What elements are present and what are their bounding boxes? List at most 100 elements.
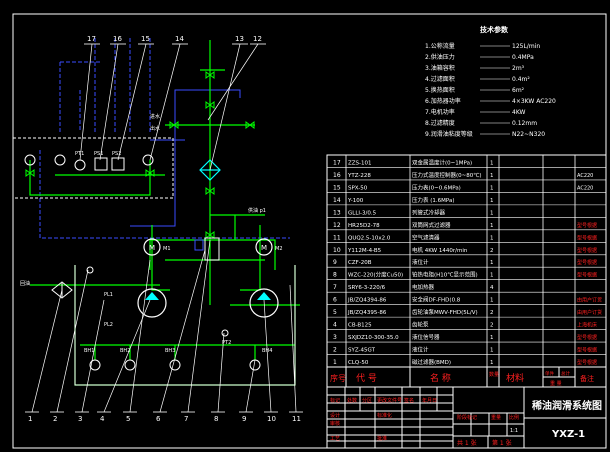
drawing-number: YXZ-1	[551, 429, 585, 440]
part-note: 型号根据	[577, 234, 597, 241]
part-number: 2	[333, 347, 337, 354]
part-note: AC220	[577, 173, 593, 179]
tech-params-heading: 技术参数	[480, 25, 509, 34]
parts-row: 6 JB/ZQ4394-86 安全阀DF-FHD(0.8 1 由用户订货	[333, 296, 602, 304]
part-number: 10	[333, 247, 341, 254]
part-qty: 1	[490, 173, 494, 179]
parts-list: 17 ZZS-101 双金属温度计(0~1MPa) 116 YTZ-228 压力式温度控制…	[326, 154, 607, 368]
part-code: SYZ-45GT	[348, 348, 376, 354]
part-note: 由用户订货	[577, 309, 602, 316]
svg-text:年月日: 年月日	[422, 397, 437, 404]
part-number: 5	[333, 309, 337, 316]
part-qty: 2	[490, 248, 494, 254]
part-name: 双筒网式过滤器	[412, 221, 451, 229]
parts-row: 9 CZF-20B 液位计 1 型号根据	[333, 258, 597, 266]
svg-text:标准化: 标准化	[377, 412, 392, 419]
svg-text:名 称: 名 称	[430, 372, 451, 384]
part-qty: 1	[490, 260, 494, 266]
svg-text:单件: 单件	[545, 370, 554, 377]
part-qty: 1	[490, 298, 494, 304]
svg-text:BH1: BH1	[84, 348, 94, 354]
part-code: JB/ZQ4394-86	[347, 298, 387, 304]
parts-row: 11 QUQ2.5-10x2.0 空气滤清器 1 型号根据	[333, 233, 597, 241]
part-code: CZF-20B	[348, 260, 372, 266]
tech-param-label: 7.电机功率	[425, 108, 455, 116]
svg-text:数量: 数量	[489, 371, 499, 378]
svg-text:处数: 处数	[347, 397, 357, 404]
parts-row: 13 GLLI-3/0.5 列管式冷却器 1	[333, 208, 494, 216]
tech-param-label: 2.供油压力	[425, 53, 455, 61]
callout-number: 8	[214, 415, 218, 423]
svg-text:批准: 批准	[377, 435, 387, 442]
tech-params-list: 1.公称流量 125L/min 2.供油压力 0.4MPa 3.油箱容积 2m³ 4.过滤面…	[425, 42, 556, 138]
callout-number: 14	[175, 35, 184, 43]
svg-text:M1: M1	[163, 246, 171, 252]
tech-param-value: 2m³	[512, 65, 525, 72]
part-code: HR25D2-78	[348, 223, 380, 229]
svg-text:比例: 比例	[509, 414, 519, 421]
cad-drawing-canvas[interactable]: 技术参数 1.公称流量 125L/min 2.供油压力 0.4MPa 3.油箱容积 2m³…	[0, 0, 610, 452]
callout-number: 12	[253, 35, 262, 43]
part-qty: 1	[490, 210, 494, 216]
svg-text:第 1 张: 第 1 张	[492, 439, 512, 447]
part-note: AC220	[577, 185, 593, 191]
parts-row: 2 SYZ-45GT 液位计 1 型号根据	[333, 346, 597, 354]
part-note: 上海机床	[577, 322, 597, 329]
callout-leader	[79, 43, 93, 161]
tech-param-label: 9.润滑油粘度等级	[425, 130, 473, 138]
callout-leader	[31, 289, 63, 413]
tech-param-label: 8.过滤精度	[425, 119, 455, 127]
part-name: 安全阀DF-FHD(0.8	[412, 296, 461, 304]
part-name: 液位计	[412, 346, 429, 354]
callout-number: 3	[78, 415, 82, 423]
svg-text:代 号: 代 号	[356, 373, 377, 384]
part-qty: 1	[490, 223, 494, 229]
tech-param-value: 0.4MPa	[512, 54, 534, 61]
part-number: 8	[333, 272, 337, 279]
svg-text:审核: 审核	[330, 420, 340, 427]
part-note: 型号根据	[577, 259, 597, 266]
svg-text:工艺: 工艺	[330, 436, 340, 442]
water-in-label: 进水	[150, 113, 160, 120]
tech-param-value: N22~N320	[512, 131, 545, 138]
callout-number: 2	[53, 415, 57, 423]
part-number: 16	[333, 172, 341, 179]
svg-text:PS1: PS1	[94, 151, 103, 157]
svg-text:M: M	[149, 244, 155, 252]
parts-row: 3 SXJDZ10-300-35.0 液位信号器 1 型号根据	[333, 333, 597, 341]
part-name: 液位计	[412, 258, 429, 266]
tech-param-value: 6m²	[512, 87, 525, 94]
part-name: 铂热电阻(H10℃显示范围)	[412, 271, 478, 279]
svg-text:分区: 分区	[362, 397, 372, 404]
parts-row: 15 SPX-50 压力表(0~0.6MPa) 1 AC220	[333, 183, 593, 191]
tech-param-label: 3.油箱容积	[425, 64, 455, 72]
instrument-panel	[12, 137, 174, 199]
parts-row: 12 HR25D2-78 双筒网式过滤器 1 型号根据	[333, 221, 597, 229]
callout-leader	[129, 259, 151, 413]
callout-number: 17	[87, 35, 96, 43]
tech-param-value: 0.12mm	[512, 120, 537, 127]
part-qty: 1	[490, 160, 494, 166]
part-qty: 1	[490, 273, 494, 279]
safety-valve	[204, 237, 220, 261]
part-note: 型号根据	[577, 272, 597, 279]
svg-text:PL2: PL2	[104, 322, 113, 328]
part-code: CLQ-50	[348, 360, 369, 366]
oil-supply-label: 供油 p1	[248, 207, 266, 214]
parts-row: 17 ZZS-101 双金属温度计(0~1MPa) 1	[333, 158, 494, 166]
svg-text:签名: 签名	[404, 397, 414, 404]
part-code: Y112M-4-B5	[347, 248, 382, 254]
tech-param-label: 6.加热器功率	[425, 97, 461, 105]
part-qty: 1	[490, 185, 494, 191]
part-number: 15	[333, 184, 341, 191]
part-note: 型号根据	[577, 347, 597, 354]
svg-text:设计: 设计	[330, 412, 340, 419]
parts-row: 10 Y112M-4-B5 电机 4KW 1440r/min 2 型号根据	[333, 246, 597, 254]
title-block: 标记 处数 分区 更改文件号 签名 年月日 设计 标准化 审核 工艺 批准 阶段…	[326, 386, 607, 449]
part-code: SRY6-3-220/6	[348, 285, 386, 291]
parts-row: 1 CLQ-50 磁过滤器(BMD) 1 型号根据	[333, 358, 597, 366]
part-number: 3	[333, 334, 337, 341]
callout-number: 5	[126, 415, 130, 423]
callout-number: 1	[28, 415, 32, 423]
callout-number: 9	[242, 415, 246, 423]
